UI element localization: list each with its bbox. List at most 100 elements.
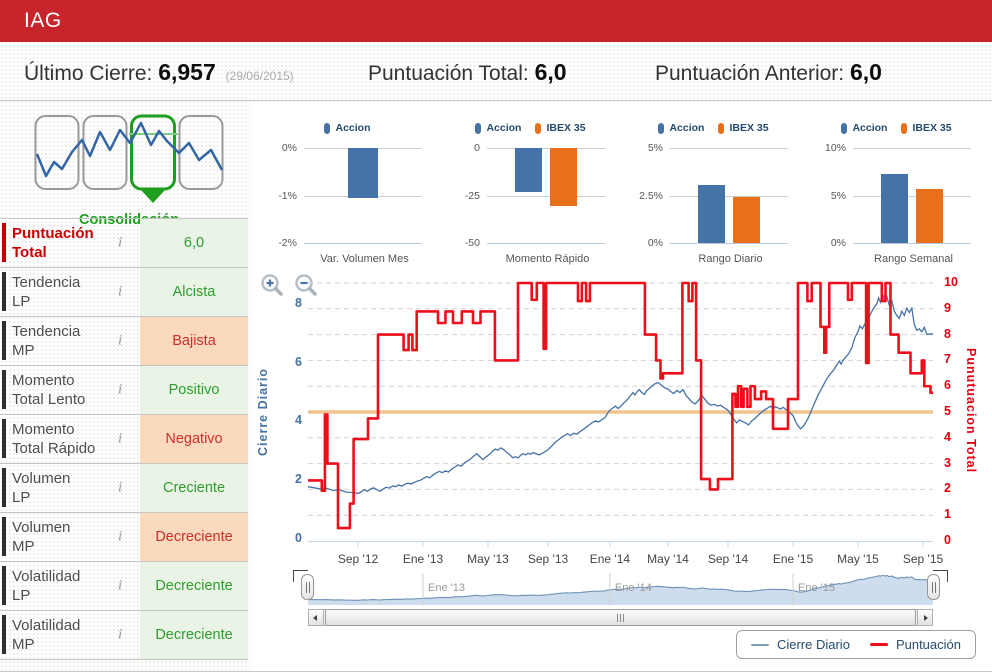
right-axis-title: Punutuacion Total xyxy=(964,348,978,474)
indicator-value: Bajista xyxy=(140,317,248,365)
mini-chart-legend: Accion IBEX 35 xyxy=(439,116,622,140)
scrollbar-left-button[interactable] xyxy=(308,609,324,626)
bar xyxy=(348,148,378,199)
indicator-label: Volumen LP xyxy=(12,469,70,507)
indicator-row: Momento Total Rápido i Negativo xyxy=(0,415,248,464)
info-icon[interactable]: i xyxy=(118,333,122,350)
navigator-label: Ene '15 xyxy=(798,582,835,594)
axis-tick-label: 0 xyxy=(474,142,480,154)
legend-item-cierre-diario[interactable]: Cierre Diario xyxy=(750,637,850,652)
charts-panel: Accion 0% -1% -2% Var. Volumen Mes Accion IBEX… xyxy=(250,102,992,671)
main-chart: Cierre Diario Punutuacion Total Ene '13 E… xyxy=(250,268,992,671)
axis-tick-label: -1% xyxy=(278,190,297,202)
axis-tick-label: 2.5% xyxy=(639,190,663,202)
axis-tick-label: 10% xyxy=(824,142,846,154)
mini-chart-momento-rapido: Accion IBEX 35 0 -25 -50 Momento Rápido xyxy=(439,116,622,265)
info-icon[interactable]: i xyxy=(118,284,122,301)
navigator-handle-left[interactable] xyxy=(301,574,314,600)
chart-legend: Cierre Diario Puntuación xyxy=(735,630,976,659)
legend-swatch-icon xyxy=(718,122,725,134)
axis-tick-label: 0% xyxy=(281,142,297,154)
indicator-row: Volumen MP i Decreciente xyxy=(0,513,248,562)
info-icon[interactable]: i xyxy=(118,627,122,644)
legend-label: Cierre Diario xyxy=(776,637,850,652)
indicator-value: Decreciente xyxy=(140,562,248,610)
axis-tick-label: 5% xyxy=(830,190,846,202)
indicator-value: Negativo xyxy=(140,415,248,463)
previous-score-group: Puntuación Anterior: 6,0 xyxy=(655,59,882,86)
indicator-label-line: Volumen xyxy=(12,470,71,487)
legend-item-puntuacion[interactable]: Puntuación xyxy=(869,637,961,652)
arrow-right-icon xyxy=(924,614,928,621)
indicator-label-line: LP xyxy=(12,489,31,506)
mini-chart-plot: 0 -25 -50 xyxy=(465,142,605,249)
axis-tick-label: -50 xyxy=(464,237,480,249)
legend-label: IBEX 35 xyxy=(912,122,952,134)
info-icon[interactable]: i xyxy=(118,235,122,252)
mini-chart-plot: 10% 5% 0% xyxy=(825,142,971,249)
axis-tick-label: -25 xyxy=(464,190,480,202)
info-icon[interactable]: i xyxy=(118,578,122,595)
indicator-value: Decreciente xyxy=(140,611,248,659)
plot-area[interactable] xyxy=(307,275,934,549)
gridline xyxy=(487,148,605,149)
arrow-left-icon xyxy=(313,614,317,621)
legend-line-icon xyxy=(750,643,769,646)
navigator[interactable]: Ene '13 Ene '14 Ene '15 xyxy=(293,570,948,605)
legend-item[interactable]: Accion xyxy=(841,122,887,134)
indicator-label-line: Volatilidad xyxy=(12,617,81,634)
legend-item[interactable]: IBEX 35 xyxy=(718,122,769,134)
right-axis-tick: 7 xyxy=(944,352,951,367)
mini-chart-rango-diario: Accion IBEX 35 5% 2.5% 0% Rango Diario xyxy=(622,116,805,265)
right-axis-tick: 6 xyxy=(944,378,951,393)
indicator-label: Momento Total Lento xyxy=(12,371,85,409)
mini-chart-var-volumen-mes: Accion 0% -1% -2% Var. Volumen Mes xyxy=(256,116,439,265)
last-close-value: 6,957 xyxy=(158,59,216,85)
right-axis-tick: 5 xyxy=(944,404,951,418)
scrollbar-right-button[interactable] xyxy=(917,609,933,626)
left-axis-tick: 2 xyxy=(295,472,302,487)
bar xyxy=(515,148,542,193)
indicator-label: Volatilidad LP xyxy=(12,567,80,605)
last-close-group: Último Cierre: 6,957 (29/06/2015) xyxy=(24,59,294,86)
right-axis-tick: 3 xyxy=(944,455,951,470)
indicator-label-line: Total xyxy=(12,244,47,261)
gridline xyxy=(853,243,971,244)
info-icon[interactable]: i xyxy=(118,382,122,399)
info-icon[interactable]: i xyxy=(118,529,122,546)
info-icon[interactable]: i xyxy=(118,480,122,497)
axis-tick-label: 0% xyxy=(830,237,846,249)
gridline xyxy=(853,196,971,197)
right-axis-tick: 0 xyxy=(944,533,951,547)
scrollbar[interactable] xyxy=(308,609,933,626)
legend-item[interactable]: IBEX 35 xyxy=(901,122,952,134)
legend-item[interactable]: Accion xyxy=(658,122,704,134)
indicator-label-line: Momento xyxy=(12,421,75,438)
indicator-label: Volumen MP xyxy=(12,518,70,556)
indicator-label: Volatilidad MP xyxy=(12,616,80,654)
navigator-handle-right[interactable] xyxy=(927,574,940,600)
legend-line-icon xyxy=(869,643,888,646)
bar xyxy=(733,196,760,243)
indicator-value: Creciente xyxy=(140,464,248,512)
info-icon[interactable]: i xyxy=(118,431,122,448)
gridline xyxy=(670,196,788,197)
axis-tick-label: -2% xyxy=(278,237,297,249)
indicator-label-line: LP xyxy=(12,587,31,604)
legend-item[interactable]: IBEX 35 xyxy=(535,122,586,134)
legend-label: IBEX 35 xyxy=(546,122,586,134)
x-axis-label: May '15 xyxy=(837,552,879,566)
right-axis-tick: 10 xyxy=(944,275,958,289)
pattern-selector: Consolidación xyxy=(34,114,234,228)
navigator-label: Ene '13 xyxy=(428,582,465,594)
mini-chart-legend: Accion IBEX 35 xyxy=(622,116,805,140)
scrollbar-thumb[interactable] xyxy=(325,609,916,626)
indicator-label: Momento Total Rápido xyxy=(12,420,95,458)
legend-item[interactable]: Accion xyxy=(324,122,371,134)
legend-label: Puntuación xyxy=(895,637,961,652)
legend-swatch-icon xyxy=(658,122,665,134)
pattern-selector-graphic xyxy=(34,114,224,203)
indicator-label-line: Volatilidad xyxy=(12,568,81,585)
legend-item[interactable]: Accion xyxy=(475,122,521,134)
indicator-value: Decreciente xyxy=(140,513,248,561)
